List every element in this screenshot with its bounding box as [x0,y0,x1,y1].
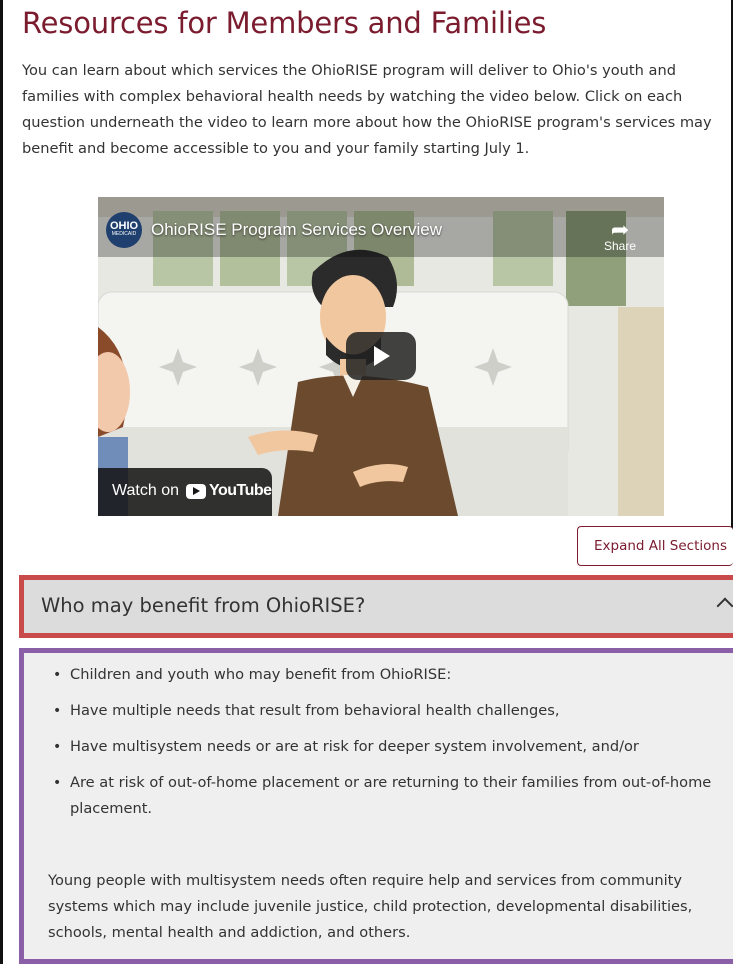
intro-text: You can learn about which services the O… [22,62,712,157]
accordion-section-title: Who may benefit from OhioRISE? [41,594,366,617]
list-item: Are at risk of out-of-home placement or … [53,770,730,822]
video-player[interactable]: OHIO MEDICAID OhioRISE Program Services … [98,197,664,516]
watch-on-label: Watch on [112,482,179,499]
channel-logo-line2: MEDICAID [111,231,137,237]
list-item: Have multiple needs that result from beh… [53,698,730,724]
list-item: Children and youth who may benefit from … [53,662,730,688]
play-icon [374,346,390,366]
accordion-section-header-highlight: Who may benefit from OhioRISE? [19,575,733,638]
share-icon: ➦ [610,217,630,242]
chevron-up-icon [716,597,733,615]
channel-logo[interactable]: OHIO MEDICAID [106,212,142,248]
section-paragraph: Young people with multisystem needs ofte… [48,872,693,941]
page-left-border [0,0,3,964]
page-title: Resources for Members and Families [22,6,547,40]
youtube-icon [186,484,206,499]
play-button[interactable] [346,332,416,380]
expand-all-sections-button[interactable]: Expand All Sections [577,526,733,566]
benefit-list: Children and youth who may benefit from … [53,652,730,822]
share-button[interactable]: ➦ Share [598,217,642,254]
youtube-label: YouTube [209,482,272,499]
channel-logo-line1: OHIO [109,220,139,232]
list-item: Have multisystem needs or are at risk fo… [53,734,730,760]
share-label: Share [603,239,637,253]
watch-on-youtube-button[interactable]: Watch on YouTube [98,468,272,516]
accordion-section-header[interactable]: Who may benefit from OhioRISE? [24,580,733,633]
video-title[interactable]: OhioRISE Program Services Overview [151,220,442,240]
